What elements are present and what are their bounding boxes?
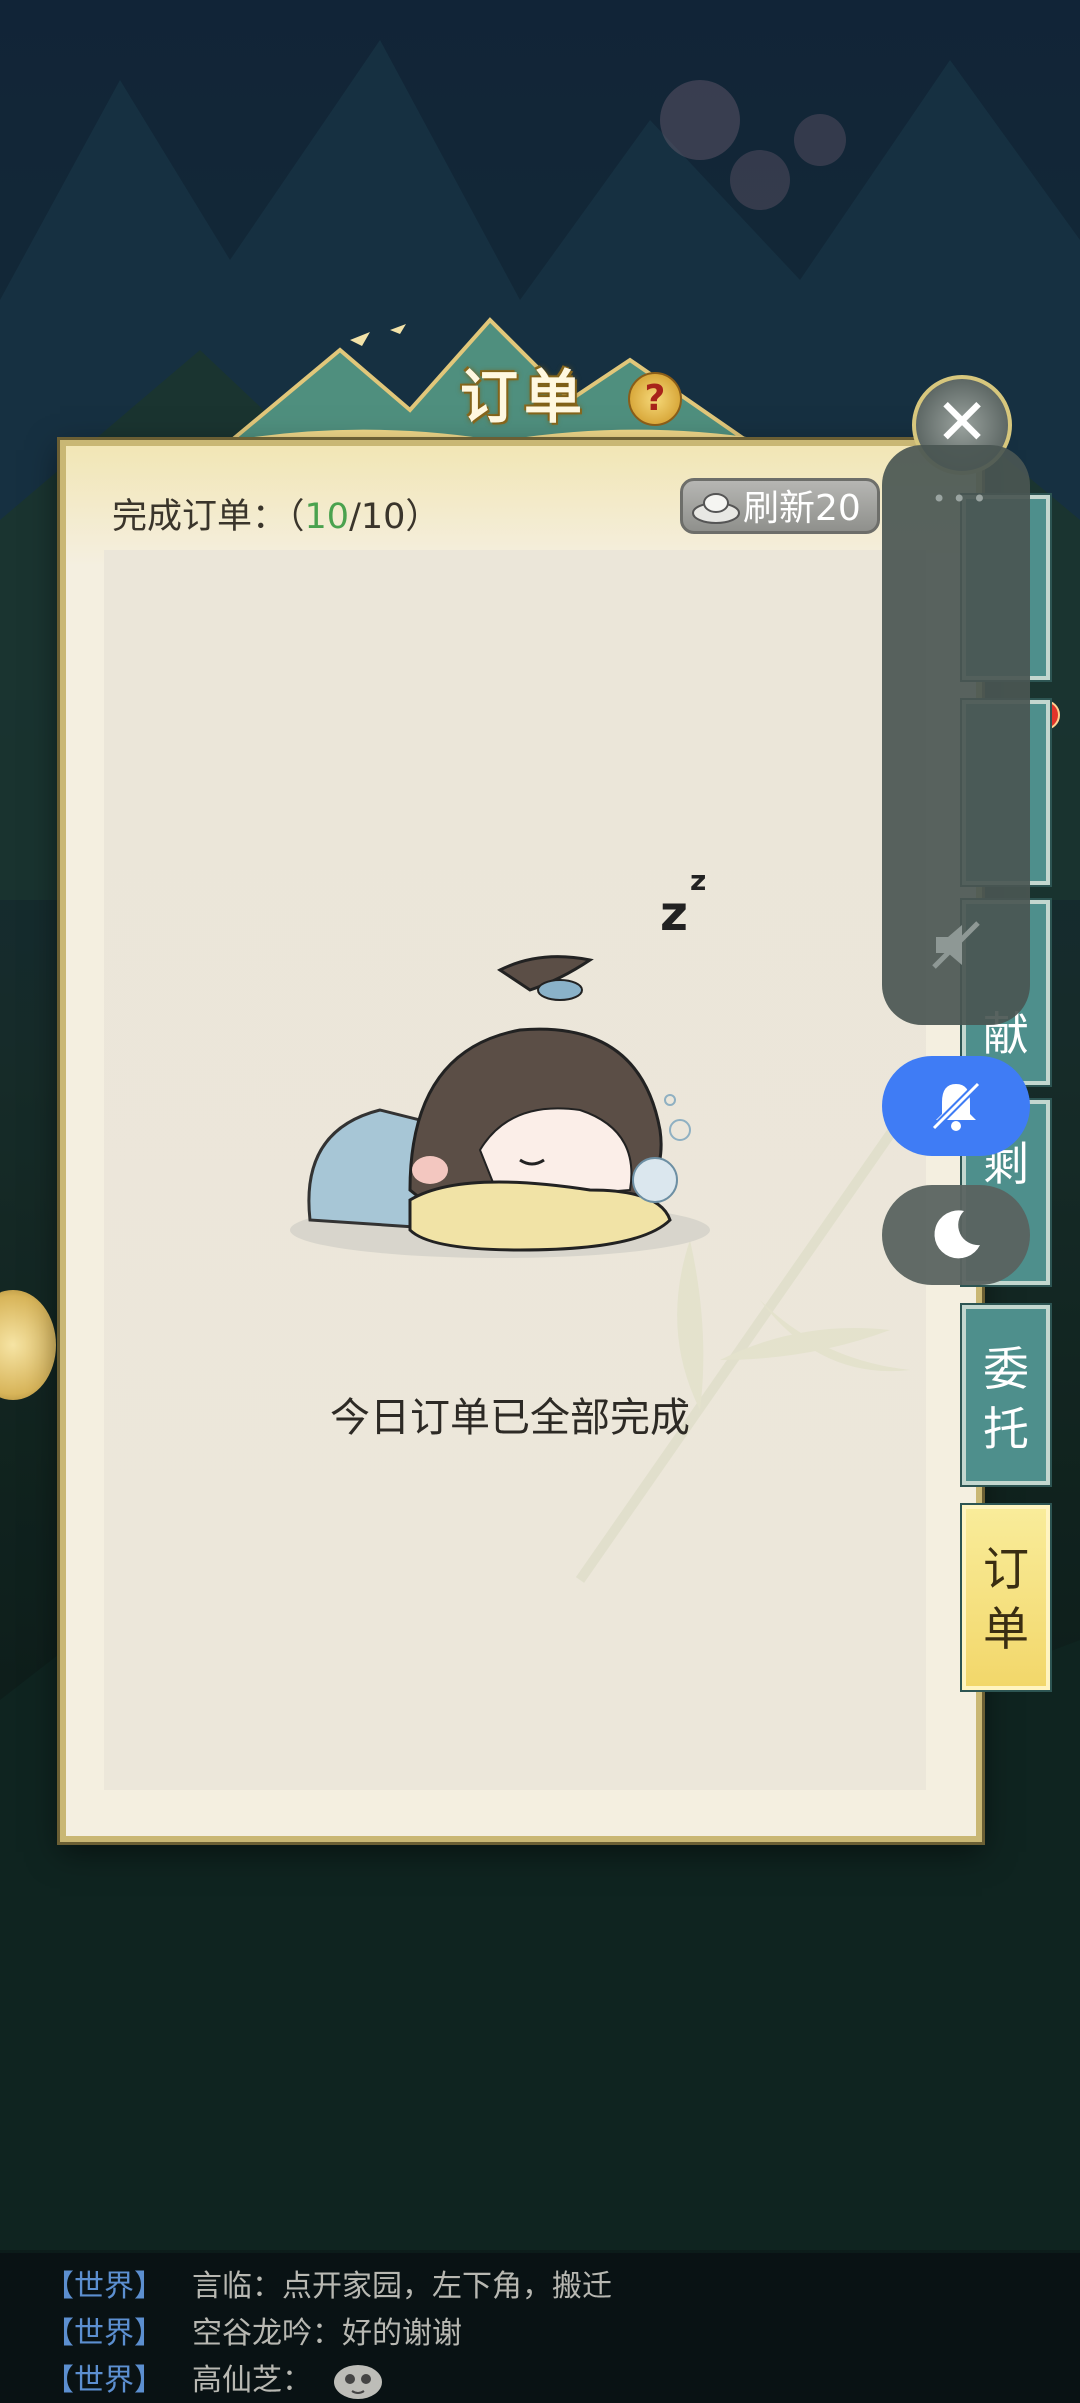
mute-icon[interactable] — [926, 915, 986, 975]
order-progress: 完成订单：（10/10） — [112, 497, 441, 537]
progress-current: 10 — [304, 497, 350, 537]
tab-orders[interactable]: 订单 — [962, 1505, 1050, 1690]
chat-line: 【世界】 空谷龙吟：好的谢谢 — [44, 2308, 462, 2352]
more-dots[interactable]: ••• — [932, 485, 992, 513]
moon-icon — [934, 1210, 980, 1259]
refresh-button[interactable]: 刷新20 — [680, 478, 880, 534]
bell-off-button[interactable] — [882, 1056, 1030, 1156]
bell-off-icon — [931, 1081, 981, 1131]
chat-channel: 【世界】 — [44, 2363, 164, 2398]
chat-channel: 【世界】 — [44, 2316, 164, 2351]
svg-text:z: z — [690, 864, 706, 897]
chat-text: 言临：点开家园，左下角，搬迁 — [192, 2269, 612, 2304]
chat-line: 【世界】 高仙芝： — [44, 2355, 384, 2401]
ingot-icon — [692, 493, 740, 524]
sleeping-character-illustration: z z — [290, 864, 710, 1258]
system-floating-panel[interactable]: ••• — [882, 445, 1030, 1025]
svg-text:z: z — [660, 886, 688, 942]
chat-channel: 【世界】 — [44, 2269, 164, 2304]
refresh-label: 刷新20 — [743, 488, 861, 529]
chat-text: 高仙芝： — [192, 2363, 312, 2398]
progress-total: 10 — [360, 497, 406, 537]
chat-line: 【世界】 言临：点开家园，左下角，搬迁 — [44, 2261, 612, 2305]
progress-label: 完成订单： — [112, 497, 288, 537]
chat-text: 空谷龙吟：好的谢谢 — [192, 2316, 462, 2351]
night-mode-button[interactable] — [882, 1185, 1030, 1285]
help-icon[interactable]: ? — [628, 372, 682, 426]
emoji-icon — [334, 2364, 382, 2399]
world-chat[interactable]: 【世界】 言临：点开家园，左下角，搬迁 【世界】 空谷龙吟：好的谢谢 【世界】 高仙芝… — [0, 2253, 1080, 2403]
panel-title: 订单 — [460, 363, 589, 431]
tab-commission[interactable]: 委托 — [962, 1305, 1050, 1485]
all-orders-done-message: 今日订单已全部完成 — [330, 1395, 690, 1441]
